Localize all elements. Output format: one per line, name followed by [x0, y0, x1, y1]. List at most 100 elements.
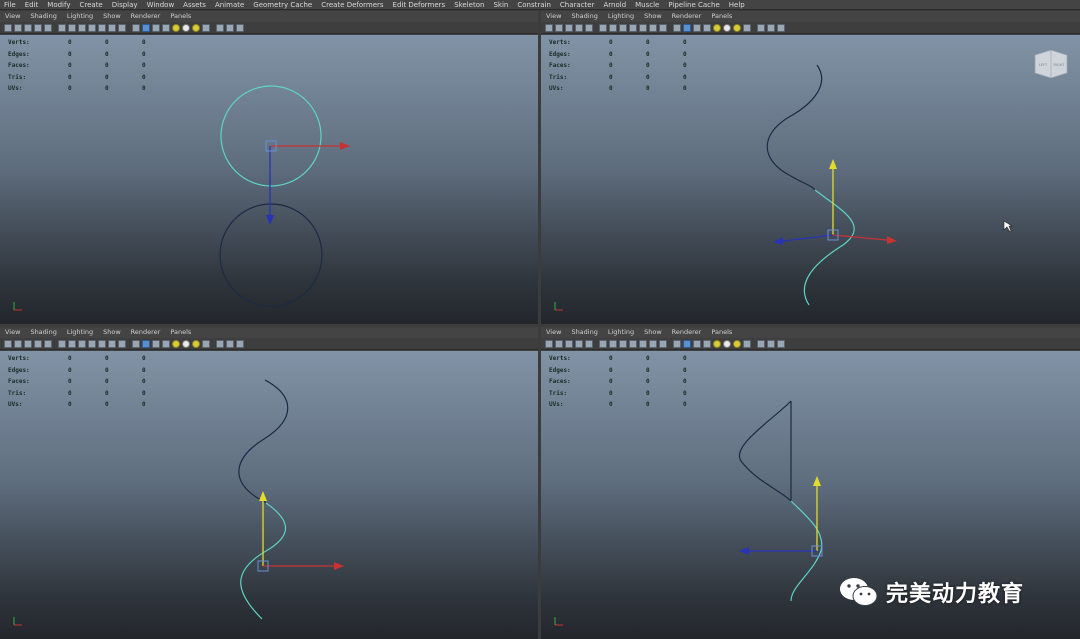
resolution-gate-icon[interactable] [78, 339, 86, 348]
isolate-select-icon[interactable] [216, 23, 224, 32]
field-chart-icon[interactable] [98, 339, 106, 348]
menu-skeleton[interactable]: Skeleton [454, 0, 484, 9]
panel-menu-renderer[interactable]: Renderer [672, 328, 702, 336]
textured-icon[interactable] [162, 339, 170, 348]
xray-joints-icon[interactable] [236, 23, 244, 32]
grid-icon[interactable] [58, 339, 66, 348]
xray-icon[interactable] [767, 23, 775, 32]
lock-camera-icon[interactable] [14, 23, 22, 32]
panel-menu-view[interactable]: View [546, 12, 561, 20]
shade-wireframe-icon[interactable] [693, 339, 701, 348]
panel-menu-renderer[interactable]: Renderer [131, 12, 161, 20]
menu-file[interactable]: File [4, 0, 16, 9]
panel-menu-panels[interactable]: Panels [711, 12, 732, 20]
safe-title-icon[interactable] [118, 23, 126, 32]
smooth-shade-icon[interactable] [683, 339, 691, 348]
image-plane-icon[interactable] [585, 23, 593, 32]
camera-attr-icon[interactable] [24, 339, 32, 348]
safe-action-icon[interactable] [108, 23, 116, 32]
viewport-panel-top-right[interactable]: View Shading Lighting Show Renderer Panels Ve… [541, 11, 1080, 324]
antialias-icon[interactable] [202, 339, 210, 348]
viewcube-icon[interactable]: LEFT RIGHT [1034, 49, 1068, 79]
ambient-occlusion-icon[interactable] [733, 339, 741, 348]
select-camera-icon[interactable] [545, 23, 553, 32]
menu-help[interactable]: Help [729, 0, 745, 9]
bookmark-icon[interactable] [34, 23, 42, 32]
xray-icon[interactable] [226, 339, 234, 348]
panel-menu-shading[interactable]: Shading [571, 12, 597, 20]
panel-menu-lighting[interactable]: Lighting [608, 328, 634, 336]
wireframe-icon[interactable] [132, 23, 140, 32]
textured-icon[interactable] [703, 23, 711, 32]
camera-attr-icon[interactable] [565, 339, 573, 348]
lock-camera-icon[interactable] [14, 339, 22, 348]
menu-create-deformers[interactable]: Create Deformers [321, 0, 383, 9]
use-all-lights-icon[interactable] [713, 339, 721, 348]
antialias-icon[interactable] [202, 23, 210, 32]
panel-menu-lighting[interactable]: Lighting [608, 12, 634, 20]
image-plane-icon[interactable] [44, 23, 52, 32]
shade-wireframe-icon[interactable] [152, 23, 160, 32]
ambient-occlusion-icon[interactable] [192, 339, 200, 348]
panel-menu-show[interactable]: Show [103, 12, 121, 20]
film-gate-icon[interactable] [609, 339, 617, 348]
shadows-icon[interactable] [182, 23, 190, 32]
smooth-shade-icon[interactable] [142, 339, 150, 348]
menu-constrain[interactable]: Constrain [517, 0, 551, 9]
camera-attr-icon[interactable] [565, 23, 573, 32]
xray-icon[interactable] [767, 339, 775, 348]
smooth-shade-icon[interactable] [683, 23, 691, 32]
menu-window[interactable]: Window [147, 0, 175, 9]
xray-joints-icon[interactable] [236, 339, 244, 348]
film-gate-icon[interactable] [609, 23, 617, 32]
panel-menu-lighting[interactable]: Lighting [67, 328, 93, 336]
panel-menu-view[interactable]: View [5, 12, 20, 20]
lock-camera-icon[interactable] [555, 339, 563, 348]
menu-arnold[interactable]: Arnold [603, 0, 626, 9]
wireframe-icon[interactable] [673, 339, 681, 348]
scene-drawing[interactable] [0, 35, 538, 324]
safe-action-icon[interactable] [649, 23, 657, 32]
bookmark-icon[interactable] [34, 339, 42, 348]
panel-menu-shading[interactable]: Shading [571, 328, 597, 336]
bookmark-icon[interactable] [575, 23, 583, 32]
xray-icon[interactable] [226, 23, 234, 32]
isolate-select-icon[interactable] [216, 339, 224, 348]
panel-menu-panels[interactable]: Panels [170, 328, 191, 336]
panel-menu-renderer[interactable]: Renderer [131, 328, 161, 336]
film-gate-icon[interactable] [68, 339, 76, 348]
wireframe-icon[interactable] [673, 23, 681, 32]
menu-pipeline-cache[interactable]: Pipeline Cache [668, 0, 719, 9]
scene-drawing[interactable] [541, 35, 1080, 324]
menu-modify[interactable]: Modify [47, 0, 70, 9]
textured-icon[interactable] [162, 23, 170, 32]
menu-edit-deformers[interactable]: Edit Deformers [393, 0, 446, 9]
antialias-icon[interactable] [743, 339, 751, 348]
grid-icon[interactable] [599, 339, 607, 348]
panel-menu-shading[interactable]: Shading [30, 328, 56, 336]
resolution-gate-icon[interactable] [619, 23, 627, 32]
panel-menu-view[interactable]: View [546, 328, 561, 336]
safe-action-icon[interactable] [108, 339, 116, 348]
isolate-select-icon[interactable] [757, 339, 765, 348]
menu-assets[interactable]: Assets [183, 0, 206, 9]
safe-title-icon[interactable] [659, 339, 667, 348]
bookmark-icon[interactable] [575, 339, 583, 348]
panel-menu-show[interactable]: Show [103, 328, 121, 336]
menu-muscle[interactable]: Muscle [635, 0, 659, 9]
select-camera-icon[interactable] [4, 339, 12, 348]
ambient-occlusion-icon[interactable] [733, 23, 741, 32]
safe-title-icon[interactable] [659, 23, 667, 32]
xray-joints-icon[interactable] [777, 23, 785, 32]
ambient-occlusion-icon[interactable] [192, 23, 200, 32]
field-chart-icon[interactable] [639, 339, 647, 348]
film-gate-icon[interactable] [68, 23, 76, 32]
panel-menu-shading[interactable]: Shading [30, 12, 56, 20]
textured-icon[interactable] [703, 339, 711, 348]
menu-display[interactable]: Display [112, 0, 138, 9]
menu-geometry-cache[interactable]: Geometry Cache [253, 0, 312, 9]
panel-menu-panels[interactable]: Panels [711, 328, 732, 336]
panel-menu-view[interactable]: View [5, 328, 20, 336]
panel-menu-renderer[interactable]: Renderer [672, 12, 702, 20]
scene-drawing[interactable] [0, 351, 538, 639]
